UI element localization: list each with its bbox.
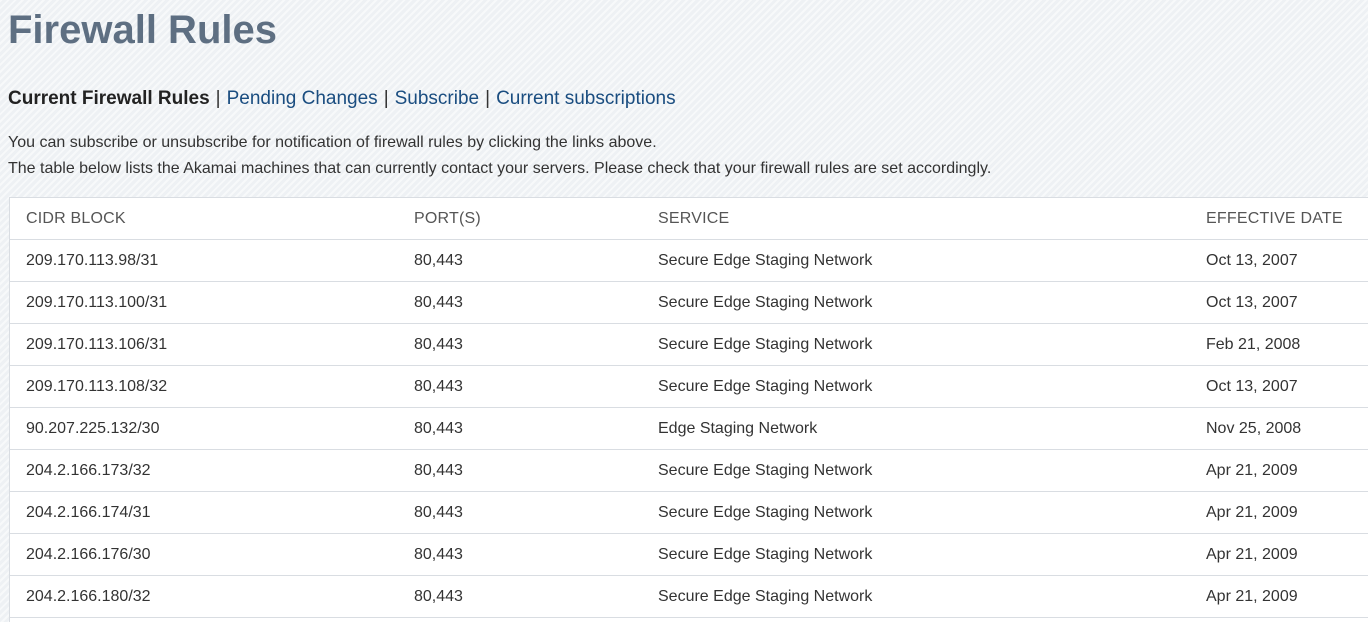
cell-service: Secure Edge Staging Network (642, 323, 1190, 366)
intro-line-subscribe: You can subscribe or unsubscribe for not… (8, 134, 657, 151)
table-row: 204.2.166.176/30 80,443 Secure Edge Stag… (10, 533, 1368, 576)
cell-ports: 80,443 (398, 575, 642, 618)
table-row: 209.170.113.106/31 80,443 Secure Edge St… (10, 323, 1368, 366)
cell-ports: 80,443 (398, 365, 642, 408)
cell-cidr-block: 90.207.225.132/30 (10, 407, 398, 450)
cell-cidr-block: 204.2.166.173/32 (10, 449, 398, 492)
cell-cidr-block: 209.170.113.106/31 (10, 323, 398, 366)
cell-cidr-block: 209.170.113.100/31 (10, 281, 398, 324)
cell-service: Secure Edge Staging Network (642, 575, 1190, 618)
table-row: 209.170.113.108/32 80,443 Secure Edge St… (10, 365, 1368, 408)
table-row: 204.2.166.173/32 80,443 Secure Edge Stag… (10, 449, 1368, 492)
cell-effective-date: Apr 21, 2009 (1190, 491, 1368, 534)
cell-cidr-block: 209.170.113.98/31 (10, 239, 398, 282)
cell-effective-date: Nov 25, 2008 (1190, 407, 1368, 450)
page-title: Firewall Rules (8, 8, 277, 52)
cell-effective-date: Oct 13, 2007 (1190, 281, 1368, 324)
cell-ports: 80,443 (398, 323, 642, 366)
table-row: 204.2.166.180/32 80,443 Secure Edge Stag… (10, 575, 1368, 618)
cell-service: Secure Edge Staging Network (642, 533, 1190, 576)
subnav-current-firewall-rules: Current Firewall Rules (8, 88, 210, 109)
cell-effective-date: Oct 13, 2007 (1190, 239, 1368, 282)
subnav-link-pending-changes[interactable]: Pending Changes (227, 88, 378, 109)
intro-text: You can subscribe or unsubscribe for not… (8, 130, 991, 182)
cell-cidr-block: 204.2.166.176/30 (10, 533, 398, 576)
cell-service: Secure Edge Staging Network (642, 491, 1190, 534)
cell-service: Secure Edge Staging Network (642, 365, 1190, 408)
cell-ports: 80,443 (398, 239, 642, 282)
column-header-service: SERVICE (642, 198, 1190, 240)
cell-effective-date: Feb 21, 2008 (1190, 323, 1368, 366)
cell-ports: 80,443 (398, 407, 642, 450)
table-row: 90.207.225.132/30 80,443 Edge Staging Ne… (10, 407, 1368, 450)
cell-service: Secure Edge Staging Network (642, 239, 1190, 282)
cell-effective-date: Apr 21, 2009 (1190, 449, 1368, 492)
column-header-cidr-block: CIDR BLOCK (10, 198, 398, 240)
subnav-separator: | (485, 88, 491, 109)
cell-ports: 80,443 (398, 449, 642, 492)
subnav-separator: | (383, 88, 389, 109)
table-row: 209.170.113.100/31 80,443 Secure Edge St… (10, 281, 1368, 324)
cell-cidr-block: 204.2.166.180/32 (10, 575, 398, 618)
firewall-rules-panel: CIDR BLOCK PORT(S) SERVICE EFFECTIVE DAT… (9, 197, 1368, 622)
intro-line-table-description: The table below lists the Akamai machine… (8, 160, 992, 177)
cell-ports: 80,443 (398, 491, 642, 534)
subnav-link-subscribe[interactable]: Subscribe (395, 88, 480, 109)
cell-cidr-block: 204.2.166.174/31 (10, 491, 398, 534)
column-header-ports: PORT(S) (398, 198, 642, 240)
column-header-effective-date: EFFECTIVE DATE (1190, 198, 1368, 240)
cell-service: Secure Edge Staging Network (642, 449, 1190, 492)
cell-effective-date: Oct 13, 2007 (1190, 365, 1368, 408)
table-row: 209.170.113.98/31 80,443 Secure Edge Sta… (10, 239, 1368, 282)
cell-effective-date: Apr 21, 2009 (1190, 533, 1368, 576)
cell-effective-date: Apr 21, 2009 (1190, 575, 1368, 618)
cell-service: Edge Staging Network (642, 407, 1190, 450)
table-header-row: CIDR BLOCK PORT(S) SERVICE EFFECTIVE DAT… (10, 198, 1368, 240)
subnav-separator: | (215, 88, 221, 109)
cell-service: Secure Edge Staging Network (642, 281, 1190, 324)
firewall-rules-table: CIDR BLOCK PORT(S) SERVICE EFFECTIVE DAT… (10, 198, 1368, 618)
subnav: Current Firewall Rules | Pending Changes | S… (8, 86, 676, 112)
cell-ports: 80,443 (398, 533, 642, 576)
subnav-link-current-subscriptions[interactable]: Current subscriptions (496, 88, 676, 109)
table-row: 204.2.166.174/31 80,443 Secure Edge Stag… (10, 491, 1368, 534)
cell-ports: 80,443 (398, 281, 642, 324)
cell-cidr-block: 209.170.113.108/32 (10, 365, 398, 408)
